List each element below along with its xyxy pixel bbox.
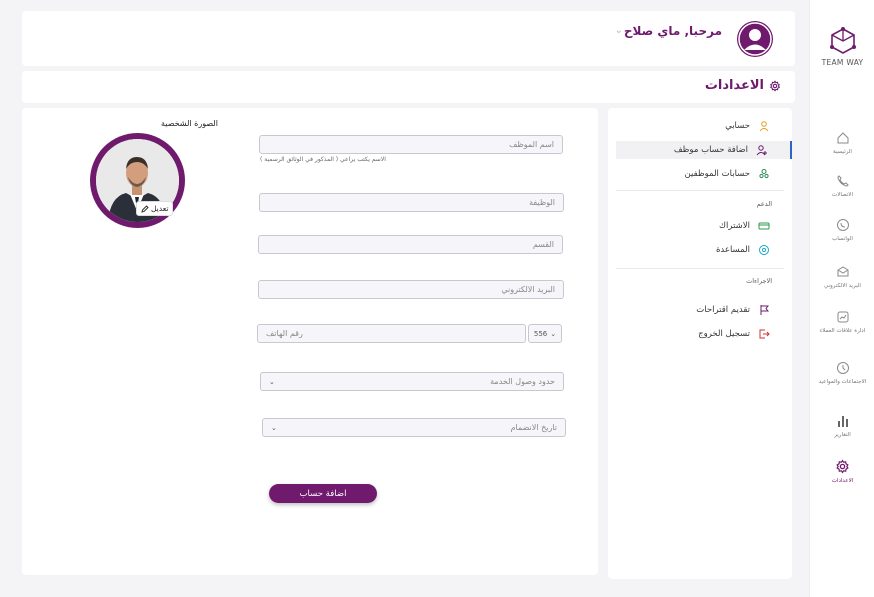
menu-label: حسابات الموظفين xyxy=(684,169,750,179)
menu-label: اضافة حساب موظف xyxy=(673,145,748,155)
nav-label: البريد الالكتروني xyxy=(824,283,861,289)
help-icon xyxy=(759,245,769,255)
menu-item-help[interactable]: المساعدة xyxy=(616,241,792,259)
page-title-bar: الاعدادات xyxy=(22,71,795,103)
chevron-down-icon[interactable]: ⌄ xyxy=(615,25,623,36)
users-icon xyxy=(759,169,769,179)
nav-label: ادارة علاقات العملاء xyxy=(819,328,866,334)
department-input[interactable]: القسم xyxy=(258,235,563,254)
join-date-value: تاريخ الانضمام xyxy=(510,423,557,432)
nav-label: الرئيسية xyxy=(833,149,852,155)
gear-icon xyxy=(769,79,781,92)
profile-photo-label: الصورة الشخصية xyxy=(161,119,218,128)
nav-label: الاعدادات xyxy=(831,478,854,484)
menu-item-my-account[interactable]: حسابي xyxy=(616,117,792,135)
phone-icon xyxy=(836,175,849,187)
chevron-down-icon: ⌄ xyxy=(271,423,277,432)
section-heading-actions: الاجراءات xyxy=(746,277,772,285)
menu-label: تقديم اقتراحات xyxy=(696,305,750,315)
team-way-logo[interactable]: TEAM WAY xyxy=(810,26,874,67)
home-icon xyxy=(837,132,848,144)
menu-item-subscription[interactable]: الاشتراك xyxy=(616,217,792,235)
nav-label: الاجتماعات والمواعيد xyxy=(818,379,867,385)
country-code-value: 556 xyxy=(533,329,548,338)
employee-name-input[interactable]: اسم الموظف xyxy=(259,135,563,154)
nav-item-whatsapp[interactable]: الواتساب xyxy=(810,218,874,243)
bar-chart-icon xyxy=(837,416,848,427)
menu-item-logout[interactable]: تسجيل الخروج xyxy=(616,325,792,343)
nav-item-email[interactable]: البريد الالكتروني xyxy=(810,265,874,290)
card-icon xyxy=(758,222,770,230)
greeting-text: مرحبا, ماي صلاح xyxy=(623,24,722,38)
header-bar: مرحبا, ماي صلاح ⌄ xyxy=(22,11,795,66)
chevron-down-icon: ⌄ xyxy=(550,329,557,338)
pencil-icon xyxy=(141,204,149,213)
add-employee-form: الصورة الشخصية تعديل اسم الموظف الاسم يك… xyxy=(22,108,598,575)
name-hint-text: الاسم يكتب يراعي ( المذكور في الوثائق ال… xyxy=(260,156,386,163)
page-title-text: الاعدادات xyxy=(704,78,764,93)
chevron-down-icon: ⌄ xyxy=(269,377,275,386)
whatsapp-icon xyxy=(836,219,849,231)
side-rail: TEAM WAY الرئيسية الاتصالات الواتساب الب… xyxy=(809,0,874,597)
logo-icon xyxy=(829,27,856,54)
service-access-value: حدود وصول الخدمة xyxy=(490,377,555,386)
menu-item-add-employee[interactable]: اضافة حساب موظف xyxy=(616,141,792,159)
nav-item-crm[interactable]: ادارة علاقات العملاء xyxy=(810,310,874,335)
nav-item-home[interactable]: الرئيسية xyxy=(810,131,874,156)
section-heading-support: الدعم xyxy=(756,200,772,208)
flag-icon xyxy=(760,305,770,315)
user-icon xyxy=(759,121,769,132)
country-code-select[interactable]: 556 ⌄ xyxy=(528,324,562,343)
clock-icon xyxy=(836,362,849,374)
phone-field-group: 556 ⌄ رقم الهاتف xyxy=(257,324,562,343)
menu-divider xyxy=(616,268,784,269)
service-access-select[interactable]: حدود وصول الخدمة ⌄ xyxy=(260,372,564,391)
menu-item-suggestions[interactable]: تقديم اقتراحات xyxy=(616,301,792,319)
logo-text: TEAM WAY xyxy=(821,58,864,67)
menu-label: حسابي xyxy=(725,121,750,131)
settings-menu: حسابي اضافة حساب موظف حسابات الموظفين ال… xyxy=(608,108,792,579)
edit-photo-label: تعديل xyxy=(151,204,169,213)
user-add-icon xyxy=(756,145,767,156)
menu-label: المساعدة xyxy=(715,245,750,255)
nav-label: التقارير xyxy=(834,432,851,438)
menu-divider xyxy=(616,190,784,191)
page-title: الاعدادات xyxy=(705,78,781,93)
phone-input[interactable]: رقم الهاتف xyxy=(257,324,526,343)
nav-item-reports[interactable]: التقارير xyxy=(810,414,874,439)
nav-label: الاتصالات xyxy=(832,192,853,198)
menu-label: تسجيل الخروج xyxy=(698,329,750,339)
join-date-select[interactable]: تاريخ الانضمام ⌄ xyxy=(262,418,566,437)
menu-item-employee-accounts[interactable]: حسابات الموظفين xyxy=(616,165,792,183)
email-input[interactable]: البريد الالكتروني xyxy=(258,280,564,299)
job-title-input[interactable]: الوظيفة xyxy=(259,193,564,212)
nav-item-calls[interactable]: الاتصالات xyxy=(810,174,874,199)
gear-icon xyxy=(836,459,849,474)
nav-item-settings[interactable]: الاعدادات xyxy=(810,459,874,485)
logout-icon xyxy=(759,329,770,339)
mail-icon xyxy=(837,266,848,277)
edit-photo-button[interactable]: تعديل xyxy=(136,201,174,216)
nav-label: الواتساب xyxy=(832,236,853,242)
add-account-button[interactable]: اضافة حساب xyxy=(269,484,377,503)
menu-label: الاشتراك xyxy=(719,221,750,231)
nav-item-meetings[interactable]: الاجتماعات والمواعيد xyxy=(810,361,874,386)
user-avatar-icon xyxy=(738,22,772,56)
avatar[interactable] xyxy=(737,21,773,57)
crm-icon xyxy=(837,311,848,323)
